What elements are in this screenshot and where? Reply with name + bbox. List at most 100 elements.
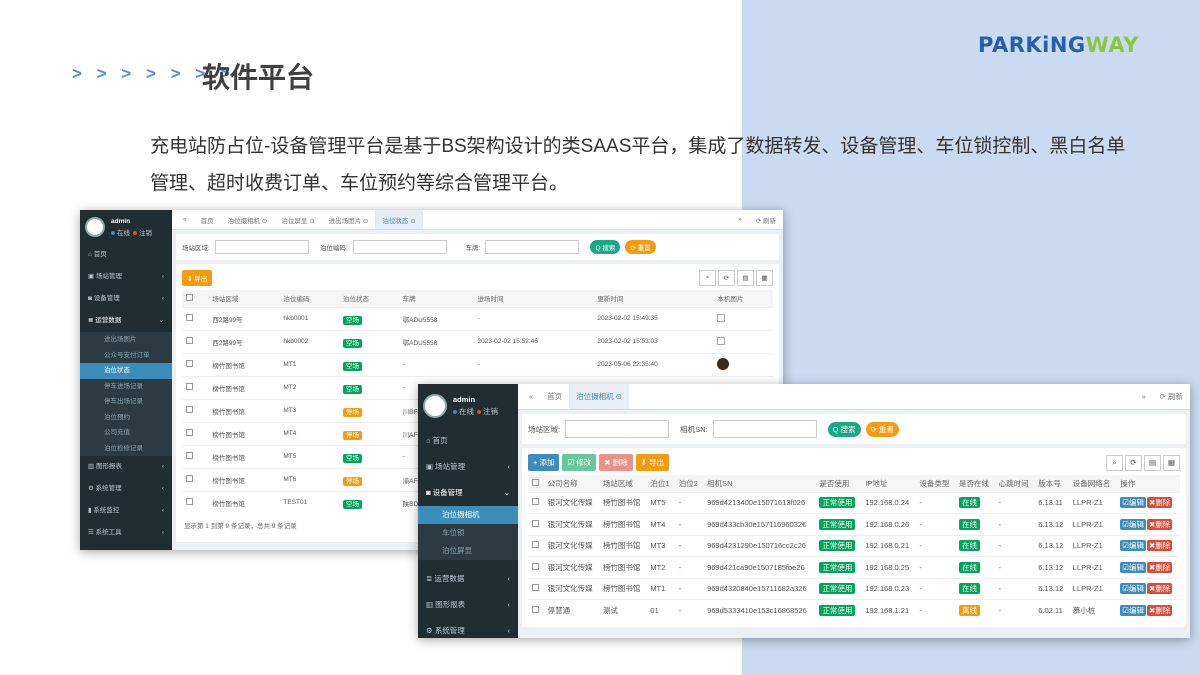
tab-camera[interactable]: 泊位摄相机 ⊙ xyxy=(221,210,275,229)
menu-report[interactable]: ▥ 图形报表 ‹ xyxy=(418,592,518,618)
checkbox-icon[interactable] xyxy=(186,360,193,367)
checkbox-icon[interactable] xyxy=(532,562,539,570)
column-header[interactable]: 泊位状态 xyxy=(338,290,399,307)
logout-link[interactable]: 注销 xyxy=(483,407,498,416)
submenu-payment-orders[interactable]: 公众号支付订单 xyxy=(80,347,172,363)
table-row[interactable]: 银河文化传媒 榜竹图书馆 MT4-969d433cb30e15711696032€ 正… xyxy=(528,513,1180,535)
menu-monitor[interactable]: ▮ 系统监控 ‹ xyxy=(80,500,172,522)
menu-system[interactable]: ⚙ 系统管理 ‹ xyxy=(418,618,518,638)
table-row[interactable]: 西2路99号 hkb0001 空场 鄂ADU5558-2023-02-02 15:49… xyxy=(182,306,773,330)
select-all-checkbox[interactable] xyxy=(182,290,209,307)
row-checkbox[interactable] xyxy=(528,556,544,578)
row-edit-button[interactable]: ☑编辑 xyxy=(1120,518,1146,530)
column-header[interactable]: 是否使用 xyxy=(815,475,862,492)
row-edit-button[interactable]: ☑编辑 xyxy=(1120,583,1146,595)
photo-thumbnail[interactable] xyxy=(717,357,730,370)
checkbox-icon[interactable] xyxy=(186,337,193,344)
column-header[interactable]: 本机图片 xyxy=(713,290,773,307)
reset-button[interactable]: ⟳ 重置 xyxy=(625,240,656,254)
table-row[interactable]: 银河文化传媒 榜竹图书馆 MT5-969d4213400e15071613f026 正… xyxy=(528,491,1180,514)
submenu-entry-images[interactable]: 进出场图片 xyxy=(80,332,172,348)
submenu-camera[interactable]: 泊位摄相机 xyxy=(418,506,518,524)
menu-system[interactable]: ⚙ 系统管理 ‹ xyxy=(80,478,172,500)
tab-prev-icon[interactable]: « xyxy=(522,384,540,409)
column-header[interactable]: IP地址 xyxy=(861,475,916,492)
area-input[interactable] xyxy=(565,420,670,438)
checkbox-icon[interactable] xyxy=(186,383,193,390)
code-input[interactable] xyxy=(352,240,447,254)
checkbox-icon[interactable] xyxy=(532,498,539,506)
row-checkbox[interactable] xyxy=(182,444,209,468)
row-checkbox[interactable] xyxy=(182,375,209,399)
row-checkbox[interactable] xyxy=(528,513,544,535)
table-row[interactable]: 银河文化传媒 榜竹图书馆 MT2-969d421ca90e1507185fbe26 正… xyxy=(528,556,1180,578)
refresh-button[interactable]: ⟳ 刷新 xyxy=(1153,384,1190,409)
row-checkbox[interactable] xyxy=(528,577,544,600)
column-header[interactable]: 心跳时间 xyxy=(994,475,1035,492)
row-edit-button[interactable]: ☑编辑 xyxy=(1120,605,1146,616)
tab-next-icon[interactable]: » xyxy=(1134,384,1152,409)
menu-home[interactable]: ⌂ 首页 xyxy=(418,428,518,454)
checkbox-icon[interactable] xyxy=(186,498,193,506)
row-delete-button[interactable]: ✖删除 xyxy=(1146,583,1173,595)
menu-tools[interactable]: ☰ 系统工具 ‹ xyxy=(80,522,172,544)
checkbox-icon[interactable] xyxy=(186,406,193,413)
refresh-button[interactable]: ⟳ 刷新 xyxy=(749,210,783,229)
table-row[interactable]: 西2路99号 hkb0002 空场 鄂ADU5558 2023-02-02 15:52:… xyxy=(182,329,773,353)
checkbox-icon[interactable] xyxy=(532,541,539,549)
toggle-icon[interactable]: ▤ xyxy=(737,270,754,286)
checkbox-icon[interactable] xyxy=(532,606,539,613)
tab-next-icon[interactable]: » xyxy=(731,210,749,229)
checkbox-icon[interactable] xyxy=(532,478,539,486)
column-header[interactable]: 泊位1 xyxy=(646,475,675,492)
menu-ops[interactable]: ≣ 运营数据 ‹ xyxy=(418,566,518,592)
tab-home[interactable]: 首页 xyxy=(194,210,221,229)
column-header[interactable]: 更新时间 xyxy=(593,290,714,307)
row-checkbox[interactable] xyxy=(182,490,209,514)
submenu-recharge[interactable]: 公司充值 xyxy=(80,425,172,441)
row-edit-button[interactable]: ☑编辑 xyxy=(1120,540,1146,552)
menu-ops[interactable]: ≣ 运营数据 ⌄ xyxy=(80,310,172,332)
broken-image-icon[interactable] xyxy=(717,313,726,322)
row-checkbox[interactable] xyxy=(182,421,209,445)
export-button[interactable]: ⬇ 导出 xyxy=(635,454,670,471)
column-header[interactable]: 操作 xyxy=(1116,475,1180,492)
submenu-maintenance[interactable]: 泊位检修记录 xyxy=(80,440,172,456)
column-header[interactable]: 泊位2 xyxy=(674,475,704,492)
row-checkbox[interactable] xyxy=(528,599,544,621)
tab-images[interactable]: 进出场图片 ⊙ xyxy=(322,210,376,229)
search-button[interactable]: Q 搜索 xyxy=(827,421,861,437)
row-edit-button[interactable]: ☑编辑 xyxy=(1120,561,1146,573)
plate-input[interactable] xyxy=(485,240,580,254)
column-header[interactable]: 车牌 xyxy=(398,290,474,307)
tab-prev-icon[interactable]: « xyxy=(176,210,194,229)
tab-screen[interactable]: 泊位屏显 ⊙ xyxy=(274,210,321,229)
table-row[interactable]: 银河文化传媒 榜竹图书馆 MT1-969d4320840e15711682a326 正… xyxy=(528,577,1180,600)
select-all-checkbox[interactable] xyxy=(528,475,544,492)
columns-icon[interactable]: ▦ xyxy=(1163,454,1180,471)
row-delete-button[interactable]: ✖删除 xyxy=(1146,605,1173,616)
submenu-berth-status[interactable]: 泊位状态 xyxy=(80,363,172,379)
column-header[interactable]: 泊位编码 xyxy=(279,290,339,307)
reset-button[interactable]: ⟳ 重置 xyxy=(865,421,899,437)
toggle-icon[interactable]: ▤ xyxy=(1144,454,1161,471)
refresh-icon[interactable]: ⟳ xyxy=(1125,454,1142,471)
tab-berth-status[interactable]: 泊位状态 ⊙ xyxy=(375,210,423,229)
column-header[interactable]: 进场时间 xyxy=(473,290,594,307)
column-header[interactable]: 场站区域 xyxy=(208,290,280,307)
checkbox-icon[interactable] xyxy=(186,314,193,321)
add-button[interactable]: + 添加 xyxy=(528,454,560,471)
menu-home[interactable]: ⌂ 首页 xyxy=(80,244,172,266)
column-header[interactable]: 公司名称 xyxy=(543,475,599,492)
row-checkbox[interactable] xyxy=(182,329,209,353)
export-button[interactable]: ⬇ 导出 xyxy=(182,270,213,286)
table-row[interactable]: 银河文化传媒 榜竹图书馆 MT3-969d4231290e150716cc2c26 正… xyxy=(528,534,1180,557)
row-checkbox[interactable] xyxy=(182,467,209,491)
checkbox-icon[interactable] xyxy=(532,519,539,527)
row-checkbox[interactable] xyxy=(528,534,544,557)
submenu-reservation[interactable]: 泊位预约 xyxy=(80,409,172,425)
submenu-screen[interactable]: 泊位屏显 xyxy=(418,542,518,560)
column-header[interactable]: 设备网络名 xyxy=(1068,475,1117,492)
logout-link[interactable]: 注销 xyxy=(139,230,152,237)
menu-site[interactable]: ▣ 场站管理 ‹ xyxy=(80,266,172,288)
